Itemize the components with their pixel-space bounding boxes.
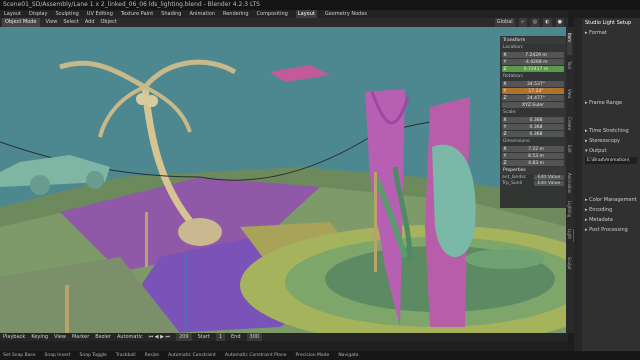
- status-hint: Set Snap Base: [3, 353, 36, 358]
- workspace-tab[interactable]: Compositing: [257, 10, 288, 18]
- viewport-header: Object Mode View Select Add Object Globa…: [0, 18, 568, 27]
- sidebar-tabs: Item Tool View Create Edit Animation Lig…: [566, 27, 577, 333]
- workspace-tab[interactable]: UV Editing: [87, 10, 113, 18]
- scale-label: Scale:: [503, 110, 517, 115]
- custom-prop-row: ant_landsc Edit Value: [502, 175, 564, 180]
- rotation-x-field[interactable]: X 34.537°: [502, 81, 564, 87]
- section-encoding[interactable]: ▸ Encoding: [582, 205, 640, 215]
- sidebar-n-panel: Transform Location: X 7.2429 m Y -4.0268 m…: [500, 36, 566, 208]
- interpolation-dropdown[interactable]: Bezier: [95, 333, 111, 341]
- dimensions-y-field[interactable]: Y 8.53 m: [502, 153, 564, 159]
- shading-solid-icon[interactable]: ●: [555, 18, 564, 27]
- section-time-stretching[interactable]: ▸ Time Stretching: [582, 126, 640, 136]
- menu-select[interactable]: Select: [63, 18, 78, 27]
- status-hint: Precision Mode: [295, 353, 330, 358]
- viewport-scene: [0, 27, 568, 333]
- tab-create[interactable]: Create: [567, 117, 572, 139]
- rotation-y-field[interactable]: Y 17.24°: [502, 88, 564, 94]
- section-frame-range[interactable]: ▸ Frame Range: [582, 98, 640, 108]
- edit-value-button[interactable]: Edit Value: [534, 175, 564, 180]
- properties-editor: Studio Light Setup ▸ Format ▸ Frame Rang…: [574, 18, 640, 360]
- properties-title: Studio Light Setup: [585, 20, 632, 26]
- properties-tab-column: [574, 18, 582, 360]
- scale-z-field[interactable]: Z 0.368: [502, 131, 564, 137]
- section-color-management[interactable]: ▸ Color Management: [582, 195, 640, 205]
- workspace-tab-active[interactable]: Layout: [295, 10, 317, 18]
- transform-header[interactable]: Transform: [500, 37, 566, 44]
- scale-x-field[interactable]: X 0.368: [502, 117, 564, 123]
- transform-orientation-dropdown[interactable]: Global: [494, 18, 515, 27]
- rotation-mode-dropdown[interactable]: XYZ Euler: [502, 102, 564, 108]
- properties-header[interactable]: Properties: [500, 167, 566, 174]
- tab-view[interactable]: View: [567, 89, 572, 111]
- status-hint: Resize: [144, 353, 160, 358]
- location-label: Location:: [503, 45, 524, 50]
- menu-view[interactable]: View: [46, 18, 58, 27]
- dimensions-label: Dimensions:: [503, 139, 531, 144]
- status-hint: Snap Invert: [44, 353, 71, 358]
- menu-add[interactable]: Add: [85, 18, 95, 27]
- tab-animation[interactable]: Animation: [567, 173, 572, 195]
- end-frame-field[interactable]: 300: [246, 333, 263, 341]
- rotation-z-field[interactable]: Z 24.477°: [502, 95, 564, 101]
- location-x-field[interactable]: X 7.2429 m: [502, 52, 564, 58]
- workspace-tab[interactable]: Texture Paint: [121, 10, 153, 18]
- window-title-bar: Scene01_SD/Assembly/Lane 1 x 2_linked_06…: [0, 0, 640, 10]
- end-label: End: [231, 334, 241, 340]
- output-path-field[interactable]: E:\Brad\Animation\: [585, 157, 637, 164]
- timeline-ruler[interactable]: [0, 341, 568, 351]
- rotation-label: Rotation:: [503, 74, 524, 79]
- tab-tool[interactable]: Tool: [567, 61, 572, 83]
- workspace-tab[interactable]: Geometry Nodes: [325, 10, 367, 18]
- tab-item[interactable]: Item: [567, 33, 572, 55]
- workspace-tabs: Layout Display Sculpting UV Editing Text…: [0, 10, 568, 18]
- section-metadata[interactable]: ▸ Metadata: [582, 215, 640, 225]
- workspace-tab[interactable]: Rendering: [223, 10, 249, 18]
- workspace-tab[interactable]: Shading: [161, 10, 181, 18]
- dimensions-z-field[interactable]: Z 4.83 m: [502, 160, 564, 166]
- snap-icon[interactable]: ⊹: [518, 18, 527, 27]
- status-bar: Set Snap Base Snap Invert Snap Toggle Tr…: [0, 351, 640, 360]
- workspace-tab[interactable]: Sculpting: [55, 10, 78, 18]
- workspace-tab[interactable]: Display: [29, 10, 47, 18]
- window-title: Scene01_SD/Assembly/Lane 1 x 2_linked_06…: [3, 1, 260, 8]
- overlay-icon[interactable]: ◐: [543, 18, 552, 27]
- keying-mode-dropdown[interactable]: Automatic: [117, 333, 143, 341]
- location-z-field[interactable]: Z 0.72417 m: [502, 66, 564, 72]
- dimensions-x-field[interactable]: X 7.22 m: [502, 146, 564, 152]
- start-label: Start: [197, 334, 210, 340]
- scale-y-field[interactable]: Y 0.368: [502, 124, 564, 130]
- 3d-viewport[interactable]: [0, 27, 568, 333]
- timeline-menu-view[interactable]: View: [54, 333, 66, 341]
- section-post-processing[interactable]: ▸ Post Processing: [582, 225, 640, 235]
- section-format[interactable]: ▸ Format: [582, 28, 640, 38]
- status-hint: Automatic Constraint: [168, 353, 216, 358]
- timeline-menu-marker[interactable]: Marker: [72, 333, 89, 341]
- timeline-menu-playback[interactable]: Playback: [3, 333, 25, 341]
- play-controls-icon[interactable]: ⏮ ◀ ▶ ⏭: [149, 333, 170, 341]
- status-hint: Trackball: [115, 353, 136, 358]
- timeline-header: Playback Keying View Marker Bezier Autom…: [0, 333, 568, 341]
- section-stereoscopy[interactable]: ▸ Stereoscopy: [582, 136, 640, 146]
- custom-prop-row: Trp_Sunli Edit Value: [502, 181, 564, 186]
- timeline-menu-keying[interactable]: Keying: [31, 333, 48, 341]
- location-y-field[interactable]: Y -4.0268 m: [502, 59, 564, 65]
- workspace-tab[interactable]: Animation: [189, 10, 215, 18]
- edit-value-button[interactable]: Edit Value: [534, 181, 564, 186]
- workspace-tab[interactable]: Layout: [4, 10, 21, 18]
- tab-edit[interactable]: Edit: [567, 145, 572, 167]
- status-hint: Snap Toggle: [79, 353, 107, 358]
- section-output[interactable]: ▾ Output: [582, 146, 640, 156]
- viewport-header-tools: Global ⊹ ◎ ◐ ●: [494, 18, 568, 27]
- status-hint: Automatic Constraint Plane: [224, 353, 287, 358]
- mode-dropdown[interactable]: Object Mode: [2, 18, 40, 27]
- proportional-edit-icon[interactable]: ◎: [530, 18, 540, 27]
- tab-sculpt[interactable]: Sculpt: [567, 257, 572, 279]
- current-frame-field[interactable]: 209: [176, 333, 192, 341]
- start-frame-field[interactable]: 1: [215, 333, 226, 341]
- tab-lighting[interactable]: Lighting: [567, 201, 572, 223]
- status-hint: Navigate: [338, 353, 359, 358]
- menu-object[interactable]: Object: [101, 18, 117, 27]
